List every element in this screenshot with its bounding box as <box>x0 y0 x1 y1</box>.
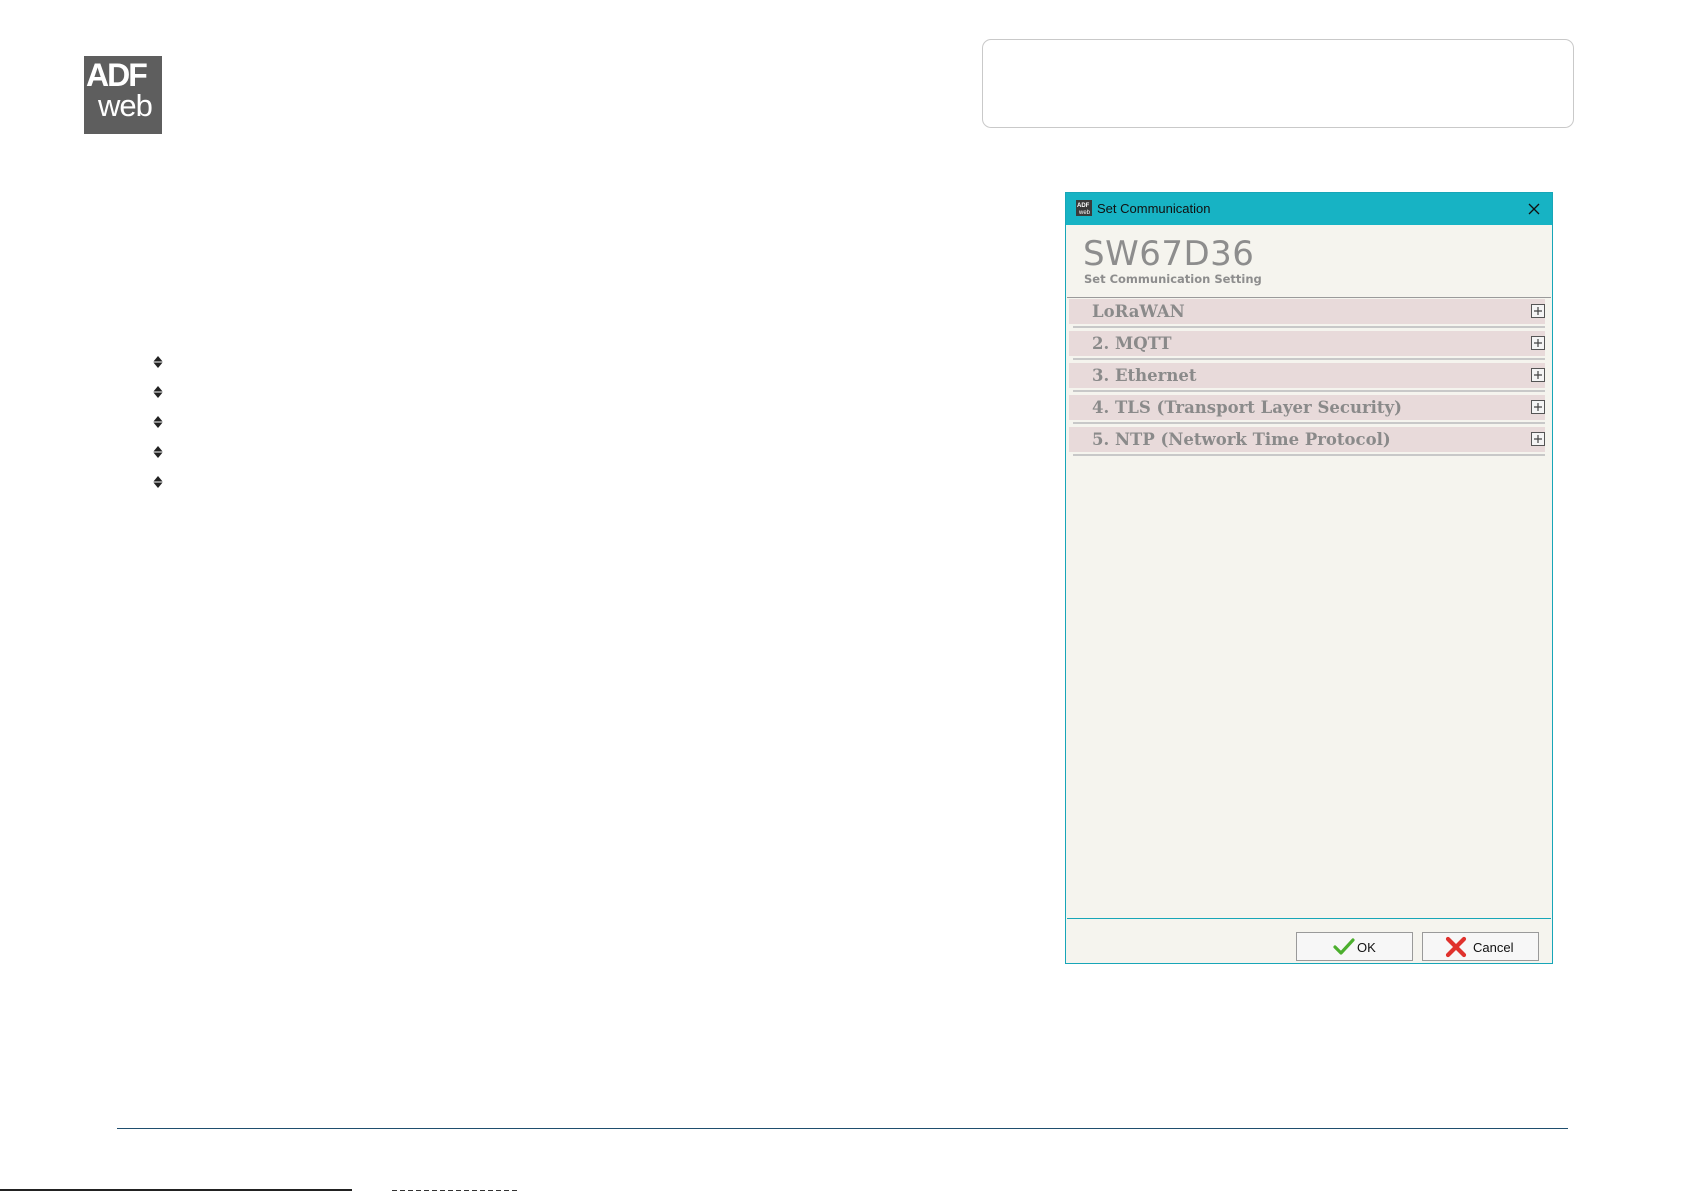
adfweb-logo-graphic: ADF web <box>84 56 162 134</box>
section-divider <box>1073 390 1545 392</box>
svg-text:ADF: ADF <box>1077 203 1090 209</box>
section-divider <box>1073 454 1545 456</box>
sections-panel: LoRaWAN 2. MQTT 3. Ethernet 4. TLS (Tran… <box>1067 297 1551 919</box>
close-icon <box>1528 203 1540 215</box>
cancel-button-label: Cancel <box>1473 940 1514 955</box>
dialog-title: Set Communication <box>1097 201 1211 216</box>
close-button[interactable] <box>1524 199 1544 219</box>
adfweb-logo: ADF web <box>84 56 162 134</box>
dialog-titlebar[interactable]: ADF web Set Communication <box>1066 193 1552 225</box>
header-box <box>982 39 1574 128</box>
section-mqtt[interactable]: 2. MQTT <box>1067 330 1551 362</box>
expand-plus-icon[interactable] <box>1531 432 1545 446</box>
section-divider <box>1073 422 1545 424</box>
set-communication-dialog: ADF web Set Communication SW67D36 Set Co… <box>1065 192 1553 964</box>
section-tls[interactable]: 4. TLS (Transport Layer Security) <box>1067 394 1551 426</box>
section-list: LoRaWAN 2. MQTT 3. Ethernet 4. TLS (Tran… <box>1067 298 1551 458</box>
section-label: 3. Ethernet <box>1092 366 1197 385</box>
ok-button[interactable]: OK <box>1296 932 1413 961</box>
cancel-button[interactable]: Cancel <box>1422 932 1539 961</box>
section-label: 5. NTP (Network Time Protocol) <box>1092 430 1391 449</box>
diamond-bullet-icon <box>153 386 163 398</box>
section-label: 4. TLS (Transport Layer Security) <box>1092 398 1402 417</box>
dialog-subtitle: Set Communication Setting <box>1084 272 1262 286</box>
section-label: 2. MQTT <box>1092 334 1172 353</box>
diamond-bullet-icon <box>153 446 163 458</box>
footer-divider <box>117 1128 1568 1129</box>
adfweb-icon: ADF web <box>1076 200 1092 216</box>
checkmark-icon <box>1333 938 1355 955</box>
diamond-bullet-icon <box>153 476 163 488</box>
svg-text:web: web <box>97 88 152 123</box>
expand-plus-icon[interactable] <box>1531 336 1545 350</box>
section-ntp[interactable]: 5. NTP (Network Time Protocol) <box>1067 426 1551 458</box>
expand-plus-icon[interactable] <box>1531 368 1545 382</box>
section-ethernet[interactable]: 3. Ethernet <box>1067 362 1551 394</box>
svg-text:web: web <box>1078 210 1091 216</box>
section-divider <box>1073 326 1545 328</box>
expand-plus-icon[interactable] <box>1531 400 1545 414</box>
device-name: SW67D36 <box>1083 234 1255 274</box>
section-divider <box>1073 358 1545 360</box>
section-lorawan[interactable]: LoRaWAN <box>1067 298 1551 330</box>
diamond-bullet-icon <box>153 356 163 368</box>
section-label: LoRaWAN <box>1092 302 1185 321</box>
ok-button-label: OK <box>1357 940 1376 955</box>
expand-plus-icon[interactable] <box>1531 304 1545 318</box>
diamond-bullet-icon <box>153 416 163 428</box>
red-x-icon <box>1445 936 1467 958</box>
